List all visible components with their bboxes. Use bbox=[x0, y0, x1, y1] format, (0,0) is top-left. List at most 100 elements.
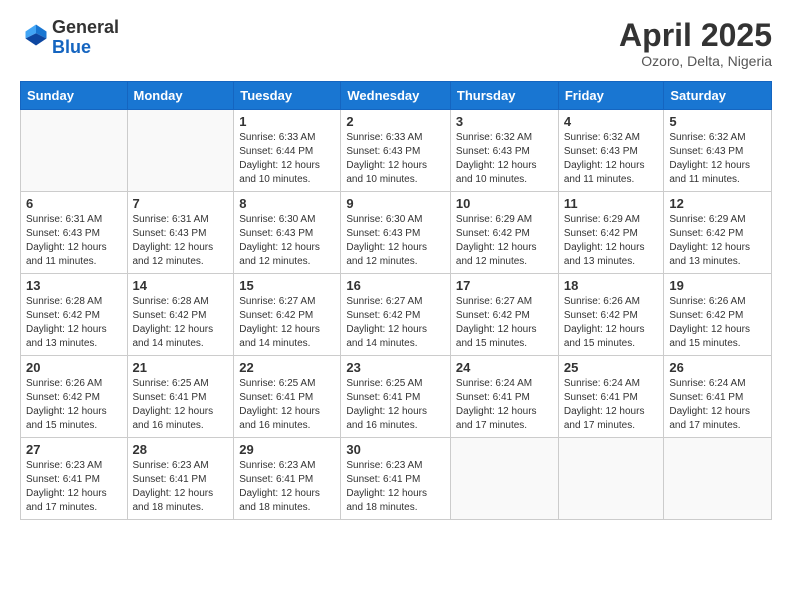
calendar-day-cell: 11 Sunrise: 6:29 AM Sunset: 6:42 PM Dayli… bbox=[558, 192, 664, 274]
day-number: 23 bbox=[346, 360, 445, 375]
calendar-day-cell: 8 Sunrise: 6:30 AM Sunset: 6:43 PM Daylig… bbox=[234, 192, 341, 274]
calendar-day-cell: 12 Sunrise: 6:29 AM Sunset: 6:42 PM Dayli… bbox=[664, 192, 772, 274]
calendar-week-row: 1Sunrise: 6:33 AM Sunset: 6:44 PM Daylig… bbox=[21, 110, 772, 192]
calendar-day-cell: 7Sunrise: 6:31 AM Sunset: 6:43 PM Daylig… bbox=[127, 192, 234, 274]
calendar-day-cell bbox=[450, 438, 558, 520]
day-info: Sunrise: 6:30 AM Sunset: 6:43 PM Dayligh… bbox=[346, 213, 445, 269]
calendar-day-cell bbox=[664, 438, 772, 520]
day-info: Sunrise: 6:27 AM Sunset: 6:42 PM Dayligh… bbox=[346, 295, 445, 351]
day-number: 20 bbox=[26, 360, 122, 375]
calendar-day-cell: 28 Sunrise: 6:23 AM Sunset: 6:41 PM Dayli… bbox=[127, 438, 234, 520]
day-number: 28 bbox=[133, 442, 229, 457]
calendar-day-cell: 5 Sunrise: 6:32 AM Sunset: 6:43 PM Daylig… bbox=[664, 110, 772, 192]
calendar-day-cell: 14 Sunrise: 6:28 AM Sunset: 6:42 PM Dayli… bbox=[127, 274, 234, 356]
calendar-day-cell: 29 Sunrise: 6:23 AM Sunset: 6:41 PM Dayli… bbox=[234, 438, 341, 520]
day-info: Sunrise: 6:23 AM Sunset: 6:41 PM Dayligh… bbox=[133, 459, 229, 515]
day-number: 14 bbox=[133, 278, 229, 293]
day-info: Sunrise: 6:31 AM Sunset: 6:43 PM Dayligh… bbox=[133, 213, 229, 269]
day-of-week-header: Saturday bbox=[664, 82, 772, 110]
calendar-week-row: 20 Sunrise: 6:26 AM Sunset: 6:42 PM Dayli… bbox=[21, 356, 772, 438]
day-info: Sunrise: 6:28 AM Sunset: 6:42 PM Dayligh… bbox=[26, 295, 122, 351]
calendar-day-cell: 13 Sunrise: 6:28 AM Sunset: 6:42 PM Dayli… bbox=[21, 274, 128, 356]
day-info: Sunrise: 6:25 AM Sunset: 6:41 PM Dayligh… bbox=[346, 377, 445, 433]
calendar-day-cell: 25Sunrise: 6:24 AM Sunset: 6:41 PM Dayli… bbox=[558, 356, 664, 438]
calendar-day-cell: 18 Sunrise: 6:26 AM Sunset: 6:42 PM Dayli… bbox=[558, 274, 664, 356]
calendar-day-cell: 15 Sunrise: 6:27 AM Sunset: 6:42 PM Dayli… bbox=[234, 274, 341, 356]
day-of-week-header: Wednesday bbox=[341, 82, 451, 110]
day-number: 24 bbox=[456, 360, 553, 375]
day-number: 19 bbox=[669, 278, 766, 293]
day-number: 29 bbox=[239, 442, 335, 457]
calendar-day-cell bbox=[21, 110, 128, 192]
calendar-day-cell: 10 Sunrise: 6:29 AM Sunset: 6:42 PM Dayli… bbox=[450, 192, 558, 274]
day-info: Sunrise: 6:30 AM Sunset: 6:43 PM Dayligh… bbox=[239, 213, 335, 269]
day-info: Sunrise: 6:26 AM Sunset: 6:42 PM Dayligh… bbox=[564, 295, 659, 351]
day-info: Sunrise: 6:33 AM Sunset: 6:44 PM Dayligh… bbox=[239, 131, 335, 187]
calendar-header-row: SundayMondayTuesdayWednesdayThursdayFrid… bbox=[21, 82, 772, 110]
header: General Blue April 2025 Ozoro, Delta, Ni… bbox=[20, 18, 772, 69]
calendar-day-cell: 30Sunrise: 6:23 AM Sunset: 6:41 PM Dayli… bbox=[341, 438, 451, 520]
day-number: 8 bbox=[239, 196, 335, 211]
calendar-day-cell: 4 Sunrise: 6:32 AM Sunset: 6:43 PM Daylig… bbox=[558, 110, 664, 192]
calendar-day-cell: 9Sunrise: 6:30 AM Sunset: 6:43 PM Daylig… bbox=[341, 192, 451, 274]
calendar-day-cell: 19 Sunrise: 6:26 AM Sunset: 6:42 PM Dayli… bbox=[664, 274, 772, 356]
day-info: Sunrise: 6:31 AM Sunset: 6:43 PM Dayligh… bbox=[26, 213, 122, 269]
calendar-day-cell: 16 Sunrise: 6:27 AM Sunset: 6:42 PM Dayli… bbox=[341, 274, 451, 356]
day-number: 17 bbox=[456, 278, 553, 293]
day-number: 18 bbox=[564, 278, 659, 293]
logo-general-text: General bbox=[52, 17, 119, 37]
day-info: Sunrise: 6:23 AM Sunset: 6:41 PM Dayligh… bbox=[239, 459, 335, 515]
day-number: 6 bbox=[26, 196, 122, 211]
day-info: Sunrise: 6:33 AM Sunset: 6:43 PM Dayligh… bbox=[346, 131, 445, 187]
calendar-week-row: 13 Sunrise: 6:28 AM Sunset: 6:42 PM Dayli… bbox=[21, 274, 772, 356]
calendar-day-cell: 6 Sunrise: 6:31 AM Sunset: 6:43 PM Daylig… bbox=[21, 192, 128, 274]
day-info: Sunrise: 6:24 AM Sunset: 6:41 PM Dayligh… bbox=[456, 377, 553, 433]
day-info: Sunrise: 6:29 AM Sunset: 6:42 PM Dayligh… bbox=[564, 213, 659, 269]
title-block: April 2025 Ozoro, Delta, Nigeria bbox=[619, 18, 772, 69]
calendar-day-cell: 17 Sunrise: 6:27 AM Sunset: 6:42 PM Dayli… bbox=[450, 274, 558, 356]
day-info: Sunrise: 6:25 AM Sunset: 6:41 PM Dayligh… bbox=[239, 377, 335, 433]
day-info: Sunrise: 6:29 AM Sunset: 6:42 PM Dayligh… bbox=[669, 213, 766, 269]
calendar-day-cell bbox=[558, 438, 664, 520]
day-number: 16 bbox=[346, 278, 445, 293]
calendar-week-row: 6 Sunrise: 6:31 AM Sunset: 6:43 PM Daylig… bbox=[21, 192, 772, 274]
calendar-week-row: 27 Sunrise: 6:23 AM Sunset: 6:41 PM Dayli… bbox=[21, 438, 772, 520]
calendar-day-cell: 2 Sunrise: 6:33 AM Sunset: 6:43 PM Daylig… bbox=[341, 110, 451, 192]
calendar-day-cell: 23 Sunrise: 6:25 AM Sunset: 6:41 PM Dayli… bbox=[341, 356, 451, 438]
calendar-day-cell: 1Sunrise: 6:33 AM Sunset: 6:44 PM Daylig… bbox=[234, 110, 341, 192]
day-number: 21 bbox=[133, 360, 229, 375]
day-number: 11 bbox=[564, 196, 659, 211]
day-info: Sunrise: 6:24 AM Sunset: 6:41 PM Dayligh… bbox=[564, 377, 659, 433]
day-info: Sunrise: 6:26 AM Sunset: 6:42 PM Dayligh… bbox=[669, 295, 766, 351]
calendar-day-cell: 20 Sunrise: 6:26 AM Sunset: 6:42 PM Dayli… bbox=[21, 356, 128, 438]
day-info: Sunrise: 6:26 AM Sunset: 6:42 PM Dayligh… bbox=[26, 377, 122, 433]
day-number: 5 bbox=[669, 114, 766, 129]
day-number: 27 bbox=[26, 442, 122, 457]
calendar-day-cell: 3Sunrise: 6:32 AM Sunset: 6:43 PM Daylig… bbox=[450, 110, 558, 192]
day-number: 22 bbox=[239, 360, 335, 375]
day-number: 12 bbox=[669, 196, 766, 211]
calendar-day-cell: 22 Sunrise: 6:25 AM Sunset: 6:41 PM Dayli… bbox=[234, 356, 341, 438]
logo: General Blue bbox=[20, 18, 119, 58]
calendar-title: April 2025 bbox=[619, 18, 772, 53]
day-number: 4 bbox=[564, 114, 659, 129]
calendar-day-cell: 24 Sunrise: 6:24 AM Sunset: 6:41 PM Dayli… bbox=[450, 356, 558, 438]
day-info: Sunrise: 6:32 AM Sunset: 6:43 PM Dayligh… bbox=[456, 131, 553, 187]
day-of-week-header: Sunday bbox=[21, 82, 128, 110]
day-number: 26 bbox=[669, 360, 766, 375]
day-info: Sunrise: 6:32 AM Sunset: 6:43 PM Dayligh… bbox=[669, 131, 766, 187]
day-info: Sunrise: 6:32 AM Sunset: 6:43 PM Dayligh… bbox=[564, 131, 659, 187]
calendar-subtitle: Ozoro, Delta, Nigeria bbox=[619, 53, 772, 69]
day-number: 10 bbox=[456, 196, 553, 211]
day-info: Sunrise: 6:24 AM Sunset: 6:41 PM Dayligh… bbox=[669, 377, 766, 433]
day-info: Sunrise: 6:27 AM Sunset: 6:42 PM Dayligh… bbox=[456, 295, 553, 351]
day-number: 15 bbox=[239, 278, 335, 293]
day-number: 13 bbox=[26, 278, 122, 293]
day-info: Sunrise: 6:23 AM Sunset: 6:41 PM Dayligh… bbox=[346, 459, 445, 515]
day-info: Sunrise: 6:27 AM Sunset: 6:42 PM Dayligh… bbox=[239, 295, 335, 351]
day-number: 2 bbox=[346, 114, 445, 129]
day-info: Sunrise: 6:29 AM Sunset: 6:42 PM Dayligh… bbox=[456, 213, 553, 269]
day-info: Sunrise: 6:28 AM Sunset: 6:42 PM Dayligh… bbox=[133, 295, 229, 351]
calendar-table: SundayMondayTuesdayWednesdayThursdayFrid… bbox=[20, 81, 772, 520]
calendar-day-cell: 26 Sunrise: 6:24 AM Sunset: 6:41 PM Dayli… bbox=[664, 356, 772, 438]
